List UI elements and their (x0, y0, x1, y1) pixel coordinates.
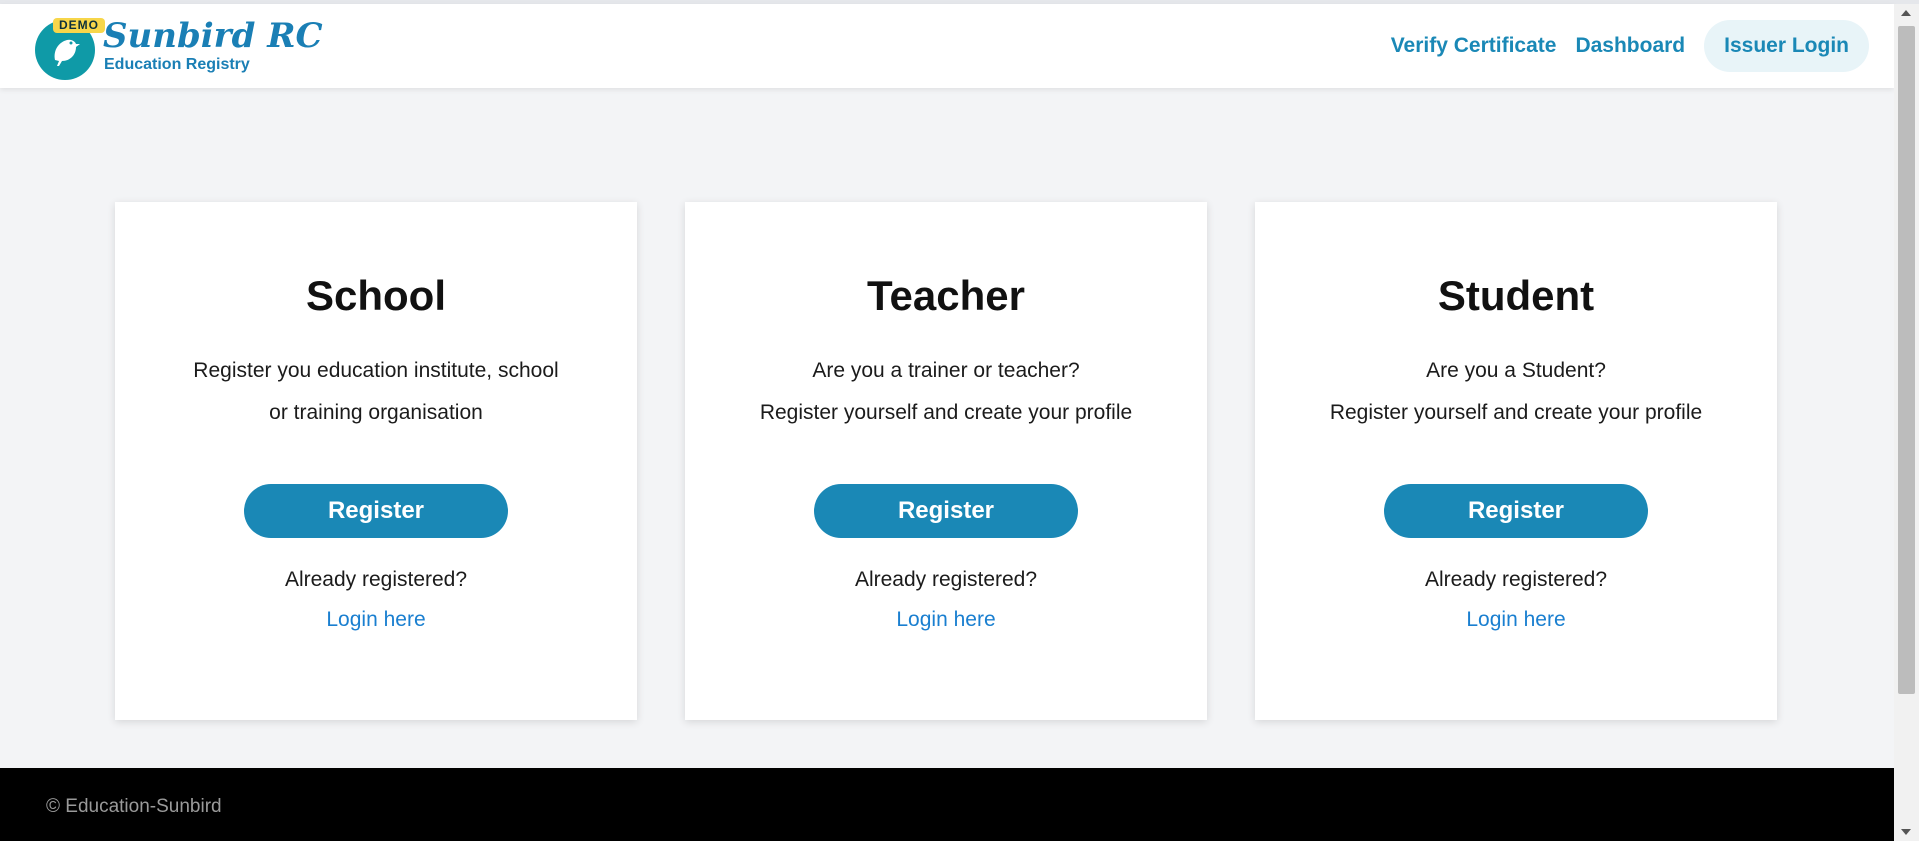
already-registered-text: Already registered? (1424, 568, 1608, 591)
card-desc-line: Are you a trainer or teacher? (812, 359, 1080, 382)
nav-dashboard[interactable]: Dashboard (1575, 34, 1685, 58)
student-login-link[interactable]: Login here (1255, 608, 1777, 632)
nav-verify-certificate[interactable]: Verify Certificate (1391, 34, 1557, 58)
teacher-card: Teacher Are you a trainer or teacher? Re… (685, 202, 1207, 720)
vertical-scrollbar[interactable] (1894, 4, 1919, 841)
brand-subtitle: Education Registry (104, 56, 250, 73)
scroll-up-arrow-icon[interactable] (1901, 10, 1911, 16)
teacher-login-link[interactable]: Login here (685, 608, 1207, 632)
student-card: Student Are you a Student? Register your… (1255, 202, 1777, 720)
card-desc-line: or training organisation (269, 401, 483, 424)
issuer-login-button[interactable]: Issuer Login (1704, 20, 1869, 72)
card-description: Register you education institute, school… (115, 350, 637, 434)
copyright-text: © Education-Sunbird (46, 796, 222, 817)
teacher-register-button[interactable]: Register (814, 484, 1078, 538)
card-title: Student (1437, 272, 1595, 319)
student-register-button[interactable]: Register (1384, 484, 1648, 538)
card-desc-line: Register you education institute, school (193, 359, 559, 382)
top-nav: Verify Certificate Dashboard Issuer Logi… (1391, 20, 1869, 72)
already-registered-text: Already registered? (854, 568, 1038, 591)
card-description: Are you a trainer or teacher? Register y… (685, 350, 1207, 434)
site-header: DEMO Sunbird RC Education Registry Verif… (0, 4, 1894, 88)
card-desc-line: Are you a Student? (1426, 359, 1606, 382)
card-title: School (305, 272, 446, 319)
school-login-link[interactable]: Login here (115, 608, 637, 632)
demo-badge: DEMO (53, 18, 105, 33)
brand-name: Sunbird RC (103, 16, 323, 56)
school-card: School Register you education institute,… (115, 202, 637, 720)
card-desc-line: Register yourself and create your profil… (759, 401, 1133, 424)
site-footer: © Education-Sunbird (0, 768, 1894, 841)
scroll-down-arrow-icon[interactable] (1901, 829, 1911, 835)
card-description: Are you a Student? Register yourself and… (1255, 350, 1777, 434)
card-title: Teacher (867, 272, 1025, 319)
scrollbar-thumb[interactable] (1898, 26, 1915, 694)
school-register-button[interactable]: Register (244, 484, 508, 538)
card-desc-line: Register yourself and create your profil… (1329, 401, 1703, 424)
already-registered-text: Already registered? (284, 568, 468, 591)
